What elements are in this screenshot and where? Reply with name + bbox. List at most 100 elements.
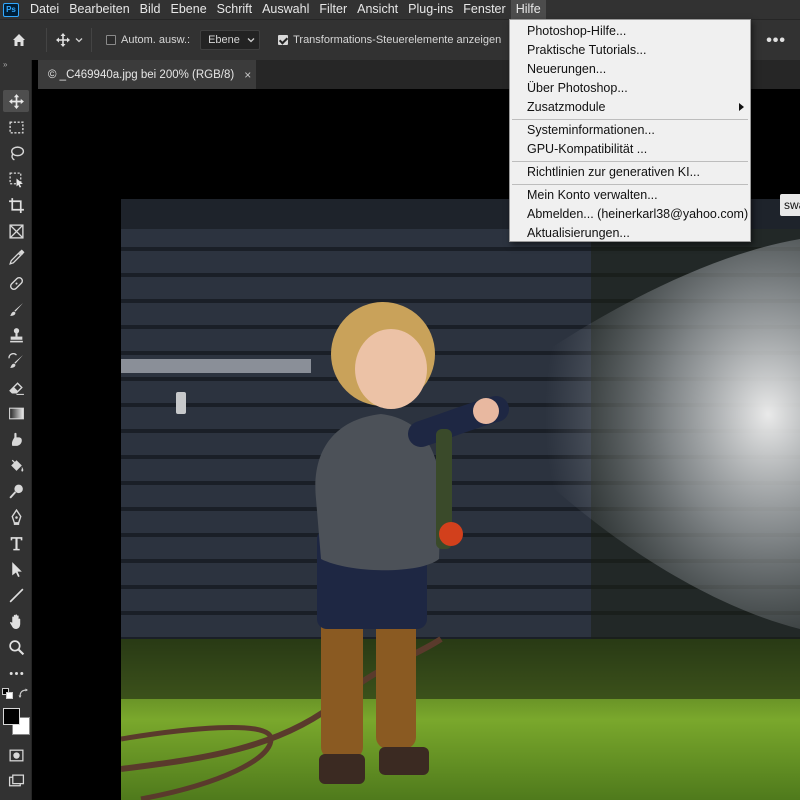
- line-tool[interactable]: [3, 584, 29, 606]
- transform-controls-checkbox[interactable]: [278, 35, 289, 45]
- frame-icon: [8, 223, 24, 239]
- document-tab[interactable]: © _C469940a.jpg bei 200% (RGB/8) ×: [38, 60, 256, 89]
- marquee-icon: [8, 120, 24, 134]
- dodge-tool[interactable]: [3, 480, 29, 502]
- history-brush-tool[interactable]: [3, 350, 29, 372]
- menu-plug-ins[interactable]: Plug-ins: [403, 0, 458, 19]
- brush-tool[interactable]: [3, 298, 29, 320]
- crop-tool[interactable]: [3, 194, 29, 216]
- more-tools[interactable]: [3, 662, 29, 684]
- menu-neuerungen[interactable]: Neuerungen...: [510, 60, 750, 79]
- collapse-panel-icon[interactable]: »: [0, 60, 31, 72]
- photoshop-logo-icon[interactable]: Ps: [3, 2, 19, 17]
- auto-select-label: Autom. ausw.:: [121, 34, 191, 46]
- healing-brush-tool[interactable]: [3, 272, 29, 294]
- menu-separator: [512, 161, 748, 162]
- clone-stamp-tool[interactable]: [3, 324, 29, 346]
- menu-auswahl[interactable]: Auswahl: [257, 0, 314, 19]
- quick-mask-button[interactable]: [3, 744, 29, 766]
- auto-select-option[interactable]: Autom. ausw.:: [106, 34, 190, 46]
- menu-aktualisierungen[interactable]: Aktualisierungen...: [510, 224, 750, 243]
- menu-filter[interactable]: Filter: [314, 0, 352, 19]
- menu-separator: [512, 119, 748, 120]
- menu-bearbeiten[interactable]: Bearbeiten: [64, 0, 134, 19]
- menu-systeminformationen[interactable]: Systeminformationen...: [510, 121, 750, 140]
- frame-tool[interactable]: [3, 220, 29, 242]
- type-tool[interactable]: [3, 532, 29, 554]
- divider: [91, 28, 92, 52]
- menu-bar: Ps Datei Bearbeiten Bild Ebene Schrift A…: [0, 0, 800, 19]
- home-button[interactable]: [0, 20, 38, 61]
- smudge-icon: [11, 432, 22, 446]
- paint-bucket-tool[interactable]: [3, 454, 29, 476]
- menu-hilfe[interactable]: Hilfe: [510, 0, 546, 19]
- pen-tool[interactable]: [3, 506, 29, 528]
- photo-boy-with-garden-hose: [121, 199, 800, 800]
- smudge-tool[interactable]: [3, 428, 29, 450]
- object-selection-tool[interactable]: [3, 168, 29, 190]
- line-icon: [9, 588, 23, 602]
- screen-mode-button[interactable]: [3, 770, 29, 792]
- zoom-tool[interactable]: [3, 636, 29, 658]
- menu-datei[interactable]: Datei: [25, 0, 64, 19]
- default-colors-icon[interactable]: [2, 688, 14, 700]
- menu-photoshop-hilfe[interactable]: Photoshop-Hilfe...: [510, 22, 750, 41]
- menu-ueber-photoshop[interactable]: Über Photoshop...: [510, 79, 750, 98]
- menu-praktische-tutorials[interactable]: Praktische Tutorials...: [510, 41, 750, 60]
- menu-gpu-kompatibilitaet[interactable]: GPU-Kompatibilität ...: [510, 140, 750, 159]
- object-selection-icon: [8, 171, 23, 187]
- zoom-icon: [8, 639, 24, 655]
- menu-richtlinien-generative-ki[interactable]: Richtlinien zur generativen KI...: [510, 163, 750, 182]
- menu-fenster[interactable]: Fenster: [458, 0, 510, 19]
- stamp-icon: [9, 327, 23, 342]
- quick-mask-icon: [8, 749, 24, 761]
- arrow-pointer-icon: [11, 561, 22, 577]
- menu-zusatzmodule[interactable]: Zusatzmodule: [510, 98, 750, 117]
- pen-icon: [10, 508, 22, 525]
- hand-icon: [9, 613, 20, 629]
- menu-separator: [512, 184, 748, 185]
- foreground-color-swatch[interactable]: [3, 708, 20, 725]
- paint-bucket-icon: [10, 459, 23, 471]
- dodge-icon: [8, 484, 23, 499]
- menu-konto-verwalten[interactable]: Mein Konto verwalten...: [510, 186, 750, 205]
- menu-ebene[interactable]: Ebene: [166, 0, 212, 19]
- more-options-button[interactable]: •••: [766, 32, 786, 50]
- ellipsis-icon: [9, 671, 23, 675]
- chevron-down-icon: [75, 38, 83, 43]
- chevron-down-icon: [247, 38, 255, 43]
- eraser-tool[interactable]: [3, 376, 29, 398]
- crop-icon: [8, 197, 24, 213]
- history-brush-icon: [7, 352, 23, 368]
- move-tool[interactable]: [3, 90, 29, 112]
- menu-schrift[interactable]: Schrift: [212, 0, 257, 19]
- brush-icon: [9, 302, 23, 316]
- move-icon: [56, 33, 70, 47]
- marquee-tool[interactable]: [3, 116, 29, 138]
- eyedropper-tool[interactable]: [3, 246, 29, 268]
- close-icon[interactable]: ×: [244, 68, 251, 82]
- submenu-arrow-icon: [739, 103, 744, 111]
- auto-select-target-dropdown[interactable]: Ebene: [200, 30, 261, 50]
- tool-preset-picker[interactable]: [55, 32, 83, 48]
- menu-bild[interactable]: Bild: [135, 0, 166, 19]
- lasso-tool[interactable]: [3, 142, 29, 164]
- eyedropper-icon: [8, 249, 24, 265]
- home-icon: [13, 34, 25, 46]
- menu-abmelden[interactable]: Abmelden... (heinerkarl38@yahoo.com): [510, 205, 750, 224]
- hand-tool[interactable]: [3, 610, 29, 632]
- move-icon: [8, 93, 24, 109]
- type-icon: [10, 536, 22, 550]
- tools-panel: »: [0, 60, 32, 800]
- select-subject-button[interactable]: swählen: [780, 194, 800, 216]
- help-menu-dropdown: Photoshop-Hilfe... Praktische Tutorials.…: [509, 19, 751, 242]
- auto-select-checkbox[interactable]: [106, 35, 116, 45]
- layer-select-value: Ebene: [208, 34, 240, 46]
- path-selection-tool[interactable]: [3, 558, 29, 580]
- transform-controls-option[interactable]: Transformations-Steuerelemente anzeigen: [278, 34, 501, 46]
- swap-colors-icon[interactable]: [18, 688, 30, 700]
- divider: [46, 28, 47, 52]
- menu-ansicht[interactable]: Ansicht: [352, 0, 403, 19]
- gradient-tool[interactable]: [3, 402, 29, 424]
- eraser-icon: [8, 381, 24, 395]
